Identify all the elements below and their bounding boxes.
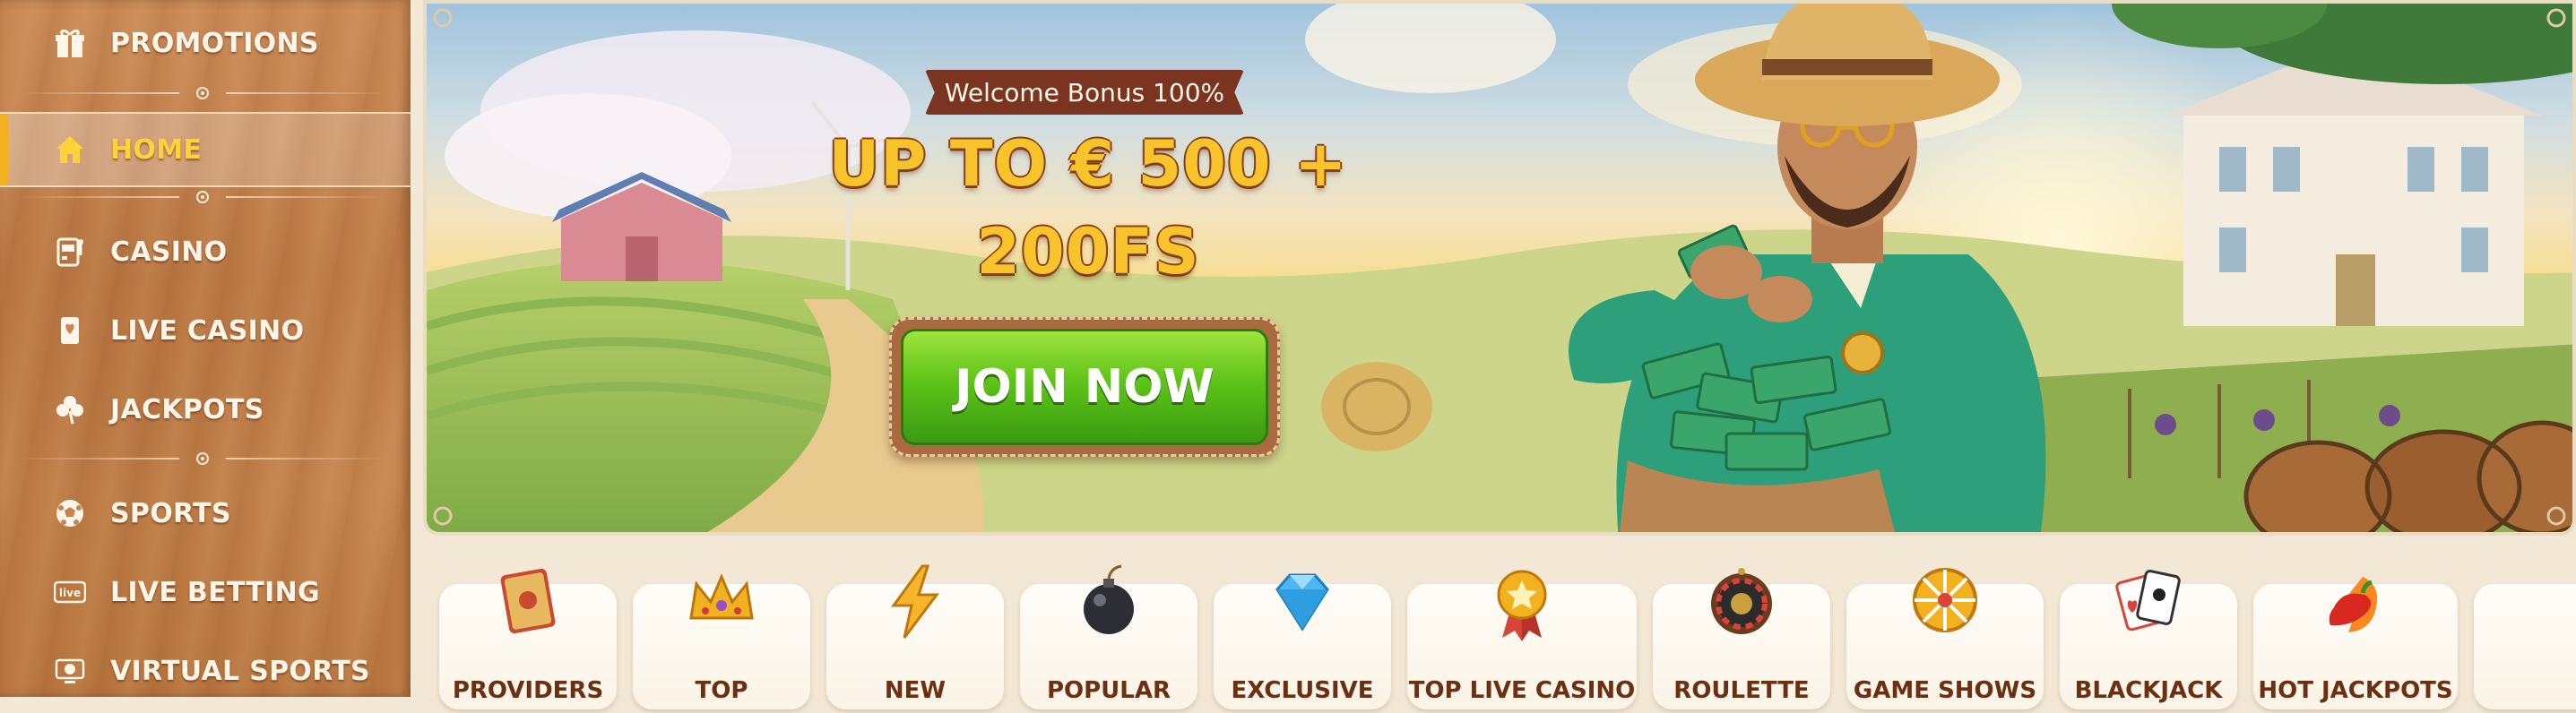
gift-icon xyxy=(52,25,88,61)
welcome-bonus-text: Welcome Bonus 100% xyxy=(944,77,1225,107)
category-label: PROVIDERS xyxy=(452,677,604,704)
slot-machine-icon xyxy=(52,234,88,270)
category-exclusive[interactable]: EXCLUSIVE xyxy=(1214,573,1391,709)
corner-ornament xyxy=(2546,8,2566,28)
category-top[interactable]: TOP xyxy=(633,573,810,709)
sidebar-item-sports[interactable]: SPORTS xyxy=(0,481,411,545)
welcome-bonus-tag: Welcome Bonus 100% xyxy=(925,70,1244,115)
sidebar-item-promotions[interactable]: PROMOTIONS xyxy=(0,11,411,75)
sidebar-item-home[interactable]: HOME xyxy=(0,112,411,187)
category-hot-jackpots[interactable]: HOT JACKPOTS xyxy=(2253,577,2458,709)
sidebar-item-label: PROMOTIONS xyxy=(110,27,319,59)
bomb-icon xyxy=(1084,564,1134,634)
virtual-sports-icon xyxy=(52,653,88,689)
home-icon xyxy=(52,132,88,168)
sidebar-item-virtual-sports[interactable]: VIRTUAL SPORTS xyxy=(0,639,411,703)
sidebar-item-label: HOME xyxy=(110,133,203,166)
hero-banner[interactable]: Welcome Bonus 100% UP TO € 500 + 200FS J… xyxy=(423,0,2576,536)
sidebar-divider xyxy=(20,86,385,100)
sidebar-item-label: LIVE BETTING xyxy=(110,576,320,608)
category-label: TOP xyxy=(695,677,748,704)
bonus-headline-line1: UP TO € 500 + xyxy=(828,127,1348,201)
category-label: NEW xyxy=(884,677,947,704)
category-roulette[interactable]: ROULETTE xyxy=(1653,568,1830,709)
sidebar-item-casino[interactable]: CASINO xyxy=(0,219,411,284)
category-partial[interactable] xyxy=(2474,584,2576,709)
sidebar-item-live-betting[interactable]: live LIVE BETTING xyxy=(0,560,411,624)
category-top-live-casino[interactable]: TOP LIVE CASINO xyxy=(1407,570,1637,709)
sidebar-item-label: JACKPOTS xyxy=(110,393,264,425)
corner-ornament xyxy=(433,8,453,28)
sidebar-item-label: SPORTS xyxy=(110,497,231,529)
soccer-ball-icon xyxy=(52,495,88,531)
clover-icon xyxy=(52,391,88,427)
sidebar-divider xyxy=(20,190,385,204)
corner-ornament xyxy=(2546,506,2566,526)
live-icon: live xyxy=(52,574,88,610)
roulette-icon xyxy=(1711,568,1772,634)
category-label: BLACKJACK xyxy=(2074,677,2223,704)
category-label: GAME SHOWS xyxy=(1853,677,2037,704)
wheel-of-fortune-icon xyxy=(1913,568,1977,632)
category-label: TOP LIVE CASINO xyxy=(1408,677,1636,704)
corner-ornament xyxy=(433,506,453,526)
svg-text:live: live xyxy=(59,587,81,599)
sidebar-item-jackpots[interactable]: JACKPOTS xyxy=(0,377,411,442)
bonus-headline-line2: 200FS xyxy=(976,215,1200,288)
category-providers[interactable]: PROVIDERS xyxy=(439,568,617,709)
category-label: HOT JACKPOTS xyxy=(2258,677,2453,704)
join-now-label: JOIN NOW xyxy=(955,360,1215,414)
category-bar: PROVIDERS TOP NEW POPULAR EXCLUSIVE TOP … xyxy=(423,548,2576,709)
cards-icon xyxy=(2115,570,2181,631)
join-now-frame: JOIN NOW xyxy=(889,317,1280,457)
sidebar: PROMOTIONS HOME CASINO LIVE CASINO JACKP… xyxy=(0,0,411,697)
category-blackjack[interactable]: BLACKJACK xyxy=(2060,570,2237,709)
category-new[interactable]: NEW xyxy=(826,564,1004,709)
join-now-button[interactable]: JOIN NOW xyxy=(901,329,1268,445)
playing-card-icon xyxy=(52,313,88,348)
sidebar-item-label: VIRTUAL SPORTS xyxy=(110,655,370,687)
category-label: EXCLUSIVE xyxy=(1231,677,1374,704)
farm-scene-illustration xyxy=(427,4,2572,532)
sidebar-item-label: CASINO xyxy=(110,236,228,268)
category-label: POPULAR xyxy=(1046,677,1171,704)
category-popular[interactable]: POPULAR xyxy=(1020,564,1197,709)
chili-fire-icon xyxy=(2329,577,2378,632)
diamond-icon xyxy=(1275,573,1329,631)
star-medal-icon xyxy=(1497,570,1547,641)
book-icon xyxy=(500,568,556,634)
sidebar-divider xyxy=(20,451,385,466)
lightning-icon xyxy=(891,564,939,639)
sidebar-item-live-casino[interactable]: LIVE CASINO xyxy=(0,298,411,363)
category-game-shows[interactable]: GAME SHOWS xyxy=(1846,568,2044,709)
category-label: ROULETTE xyxy=(1673,677,1810,704)
crown-icon xyxy=(689,573,754,620)
sidebar-item-label: LIVE CASINO xyxy=(110,314,305,347)
